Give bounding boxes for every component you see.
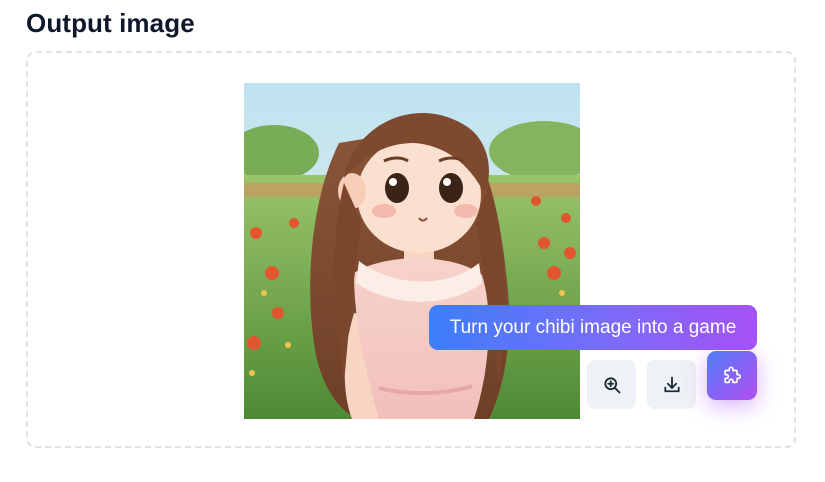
turn-into-game-tooltip: Turn your chibi image into a game (429, 305, 757, 350)
output-panel: Output image Turn your chibi image into … (0, 0, 825, 482)
zoom-button[interactable] (587, 360, 636, 409)
download-icon (663, 376, 680, 392)
turn-into-game-button[interactable] (707, 351, 757, 400)
puzzle-icon (724, 365, 742, 383)
output-image[interactable] (244, 83, 580, 419)
zoom-in-icon (603, 376, 620, 393)
section-title: Output image (26, 8, 195, 38)
download-button[interactable] (647, 360, 696, 409)
